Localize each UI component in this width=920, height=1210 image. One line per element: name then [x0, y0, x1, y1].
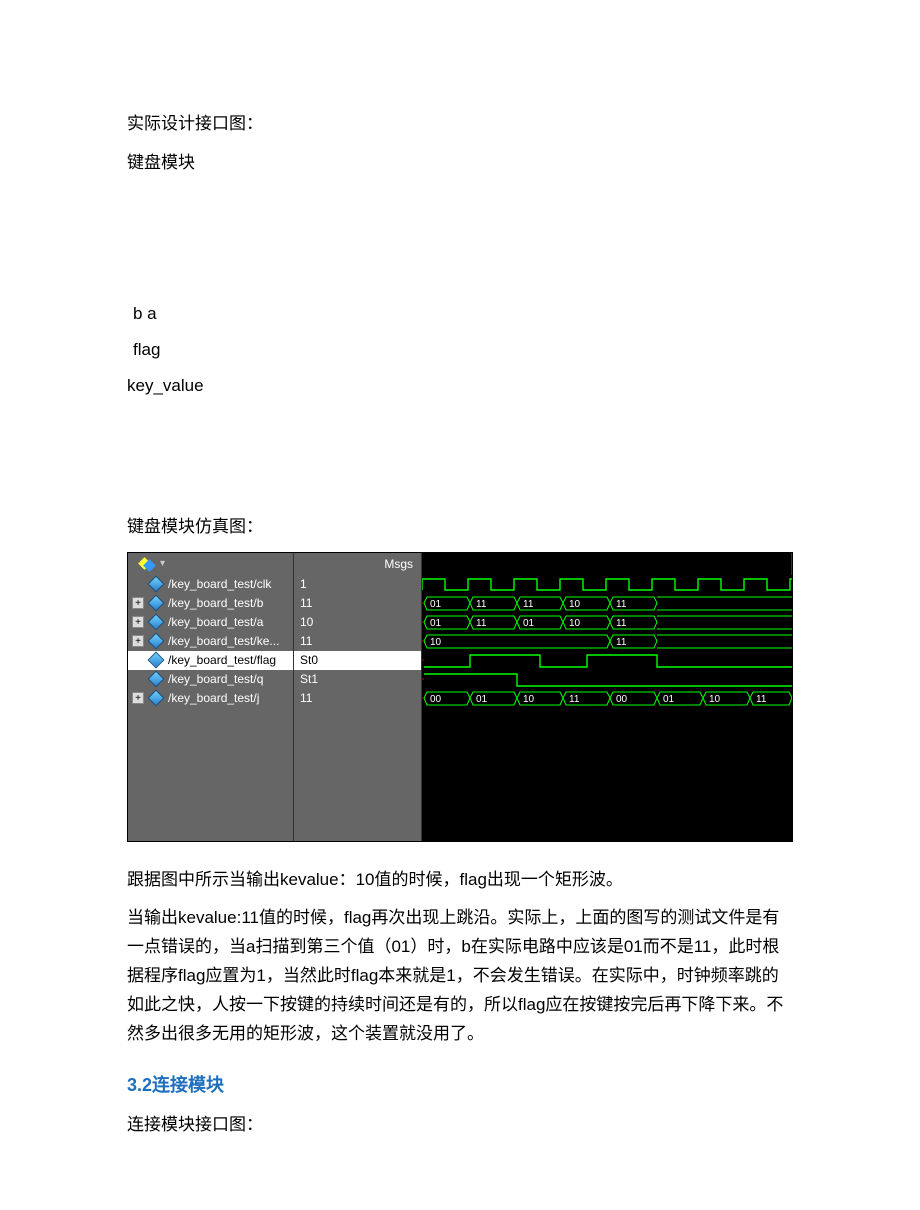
- wave-panel[interactable]: 01 11 11 10 11 01 11 01 10 11 10 11 00 01 10 11 00 01 10 11: [422, 575, 792, 841]
- msg-value: 11: [294, 632, 421, 651]
- msg-value: 11: [294, 689, 421, 708]
- signal-ba: b a: [133, 298, 793, 330]
- expand-icon[interactable]: +: [132, 597, 144, 609]
- svg-text:10: 10: [569, 618, 581, 629]
- svg-text:11: 11: [616, 599, 627, 610]
- signal-name-label: /key_board_test/ke...: [168, 634, 279, 648]
- expand-icon[interactable]: +: [132, 692, 144, 704]
- svg-text:01: 01: [430, 618, 442, 629]
- signal-diamond-icon: [148, 614, 165, 631]
- app-logo-icon: [138, 557, 156, 573]
- signal-diamond-icon: [148, 576, 165, 593]
- sim-caption: 键盘模块仿真图：: [127, 513, 793, 542]
- signal-name-label: /key_board_test/b: [168, 596, 263, 610]
- svg-text:01: 01: [430, 599, 442, 610]
- signal-name-label: /key_board_test/q: [168, 672, 263, 686]
- signal-diamond-icon: [148, 595, 165, 612]
- svg-text:01: 01: [663, 694, 675, 705]
- svg-text:10: 10: [569, 599, 581, 610]
- svg-text:10: 10: [709, 694, 721, 705]
- signal-flag: flag: [133, 334, 793, 366]
- svg-text:01: 01: [476, 694, 488, 705]
- signal-keyvalue: key_value: [127, 370, 793, 402]
- msg-value: 10: [294, 613, 421, 632]
- svg-text:00: 00: [430, 694, 442, 705]
- signal-diamond-icon: [148, 671, 165, 688]
- analysis-p2: 当输出kevalue:11值的时候，flag再次出现上跳沿。实际上，上面的图写的…: [127, 904, 793, 1048]
- svg-text:11: 11: [616, 618, 627, 629]
- signal-panel[interactable]: /key_board_test/clk + /key_board_test/b + /k…: [128, 575, 294, 841]
- expand-icon[interactable]: +: [132, 616, 144, 628]
- signal-name-label: /key_board_test/j: [168, 691, 259, 705]
- header-wave-col: [422, 553, 792, 575]
- signal-diamond-icon: [148, 633, 165, 650]
- svg-text:11: 11: [476, 599, 487, 610]
- expand-icon[interactable]: +: [132, 635, 144, 647]
- signal-name-label: /key_board_test/flag: [168, 653, 276, 667]
- analysis-p1: 跟据图中所示当输出kevalue：10值的时候，flag出现一个矩形波。: [127, 866, 793, 895]
- waveform-viewer[interactable]: ▾ Msgs /key_board_test/clk + /key_board_te…: [127, 552, 793, 842]
- svg-text:11: 11: [523, 599, 534, 610]
- intro-line-2: 键盘模块: [127, 149, 793, 178]
- svg-text:10: 10: [430, 637, 442, 648]
- signal-row[interactable]: + /key_board_test/ke...: [128, 632, 293, 651]
- svg-text:10: 10: [523, 694, 535, 705]
- section-heading-3-2: 3.2连接模块: [127, 1071, 793, 1097]
- msg-value: St0: [294, 651, 421, 670]
- header-msgs-label: Msgs: [294, 553, 422, 575]
- msgs-panel[interactable]: 1111011St0St111: [294, 575, 422, 841]
- msg-value: St1: [294, 670, 421, 689]
- intro-line-1: 实际设计接口图：: [127, 110, 793, 139]
- signal-row[interactable]: + /key_board_test/a: [128, 613, 293, 632]
- svg-text:01: 01: [523, 618, 535, 629]
- msg-value: 1: [294, 575, 421, 594]
- expand-icon: [132, 673, 144, 685]
- svg-text:11: 11: [476, 618, 487, 629]
- signal-row[interactable]: /key_board_test/q: [128, 670, 293, 689]
- svg-text:11: 11: [616, 637, 627, 648]
- signal-name-label: /key_board_test/clk: [168, 577, 271, 591]
- connect-caption: 连接模块接口图：: [127, 1111, 793, 1140]
- signal-list-block: b a flag key_value: [133, 298, 793, 403]
- signal-name-label: /key_board_test/a: [168, 615, 263, 629]
- expand-icon: [132, 654, 144, 666]
- signal-row[interactable]: + /key_board_test/b: [128, 594, 293, 613]
- header-signal-col: ▾: [128, 553, 294, 575]
- signal-row[interactable]: /key_board_test/clk: [128, 575, 293, 594]
- signal-diamond-icon: [148, 652, 165, 669]
- svg-text:00: 00: [616, 694, 628, 705]
- svg-text:11: 11: [569, 694, 580, 705]
- signal-diamond-icon: [148, 690, 165, 707]
- signal-row[interactable]: + /key_board_test/j: [128, 689, 293, 708]
- expand-icon: [132, 578, 144, 590]
- signal-row[interactable]: /key_board_test/flag: [128, 651, 293, 670]
- svg-text:11: 11: [756, 694, 767, 705]
- msg-value: 11: [294, 594, 421, 613]
